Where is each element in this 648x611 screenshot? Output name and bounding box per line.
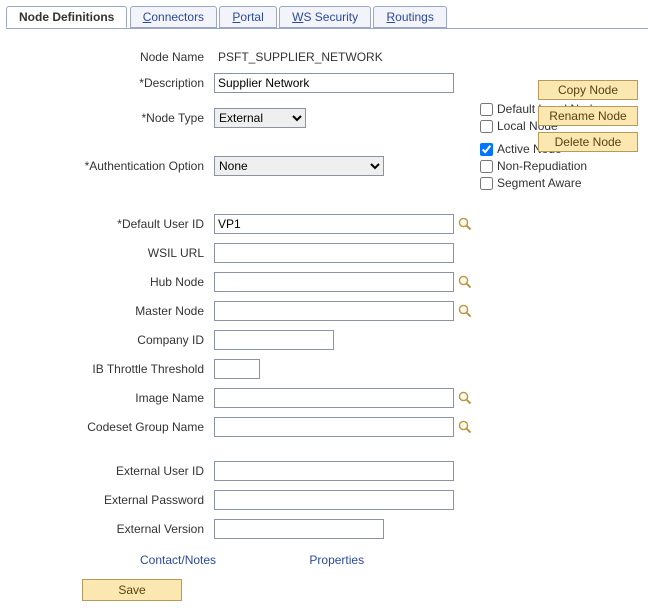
non-repudiation-label: Non-Repudiation [497, 159, 587, 173]
label-node-name: Node Name [10, 50, 210, 64]
value-node-name: PSFT_SUPPLIER_NETWORK [214, 50, 454, 64]
delete-node-button[interactable]: Delete Node [538, 132, 638, 152]
default-user-id-field[interactable] [214, 214, 454, 234]
wsil-url-field[interactable] [214, 243, 454, 263]
rename-node-button[interactable]: Rename Node [538, 106, 638, 126]
bottom-links: Contact/Notes Properties [140, 553, 638, 567]
default-local-node-checkbox[interactable] [480, 103, 493, 116]
save-button[interactable]: Save [82, 579, 182, 601]
label-hub-node: Hub Node [10, 275, 210, 289]
lookup-icon[interactable] [458, 217, 472, 231]
lookup-icon[interactable] [458, 275, 472, 289]
label-default-user-id: *Default User ID [10, 217, 210, 231]
label-wsil-url: WSIL URL [10, 246, 210, 260]
tab-routings[interactable]: Routings [373, 6, 446, 28]
link-properties[interactable]: Properties [309, 553, 364, 567]
codeset-group-name-field[interactable] [214, 417, 454, 437]
lookup-icon[interactable] [458, 304, 472, 318]
local-node-checkbox[interactable] [480, 120, 493, 133]
label-company-id: Company ID [10, 333, 210, 347]
lookup-icon[interactable] [458, 391, 472, 405]
tab-node-definitions[interactable]: Node Definitions [6, 6, 127, 28]
ib-throttle-threshold-field[interactable] [214, 359, 260, 379]
description-field[interactable] [214, 73, 454, 93]
segment-aware-checkbox-row[interactable]: Segment Aware [480, 176, 648, 190]
page-body: Copy Node Rename Node Delete Node Node N… [0, 42, 648, 611]
hub-node-field[interactable] [214, 272, 454, 292]
node-type-select[interactable]: External [214, 108, 306, 128]
action-button-group: Copy Node Rename Node Delete Node [538, 80, 638, 152]
label-image-name: Image Name [10, 391, 210, 405]
master-node-field[interactable] [214, 301, 454, 321]
label-authentication-option: *Authentication Option [10, 159, 210, 173]
label-node-type: *Node Type [10, 111, 210, 125]
label-ib-throttle-threshold: IB Throttle Threshold [10, 362, 210, 376]
external-user-id-field[interactable] [214, 461, 454, 481]
non-repudiation-checkbox[interactable] [480, 160, 493, 173]
non-repudiation-checkbox-row[interactable]: Non-Repudiation [480, 159, 648, 173]
tab-connectors[interactable]: Connectors [130, 6, 217, 28]
copy-node-button[interactable]: Copy Node [538, 80, 638, 100]
external-version-field[interactable] [214, 519, 384, 539]
segment-aware-label: Segment Aware [497, 176, 582, 190]
tab-portal[interactable]: Portal [219, 6, 276, 28]
label-external-user-id: External User ID [10, 464, 210, 478]
lookup-icon[interactable] [458, 420, 472, 434]
segment-aware-checkbox[interactable] [480, 177, 493, 190]
company-id-field[interactable] [214, 330, 334, 350]
label-external-version: External Version [10, 522, 210, 536]
link-contact-notes[interactable]: Contact/Notes [140, 553, 216, 567]
image-name-field[interactable] [214, 388, 454, 408]
active-node-checkbox[interactable] [480, 143, 493, 156]
label-external-password: External Password [10, 493, 210, 507]
authentication-option-select[interactable]: None [214, 156, 384, 176]
label-description: *Description [10, 76, 210, 90]
external-password-field[interactable] [214, 490, 454, 510]
tab-ws-security[interactable]: WS Security [279, 6, 371, 28]
label-codeset-group-name: Codeset Group Name [10, 420, 210, 434]
label-master-node: Master Node [10, 304, 210, 318]
tab-strip: Node Definitions Connectors Portal WS Se… [6, 6, 648, 28]
